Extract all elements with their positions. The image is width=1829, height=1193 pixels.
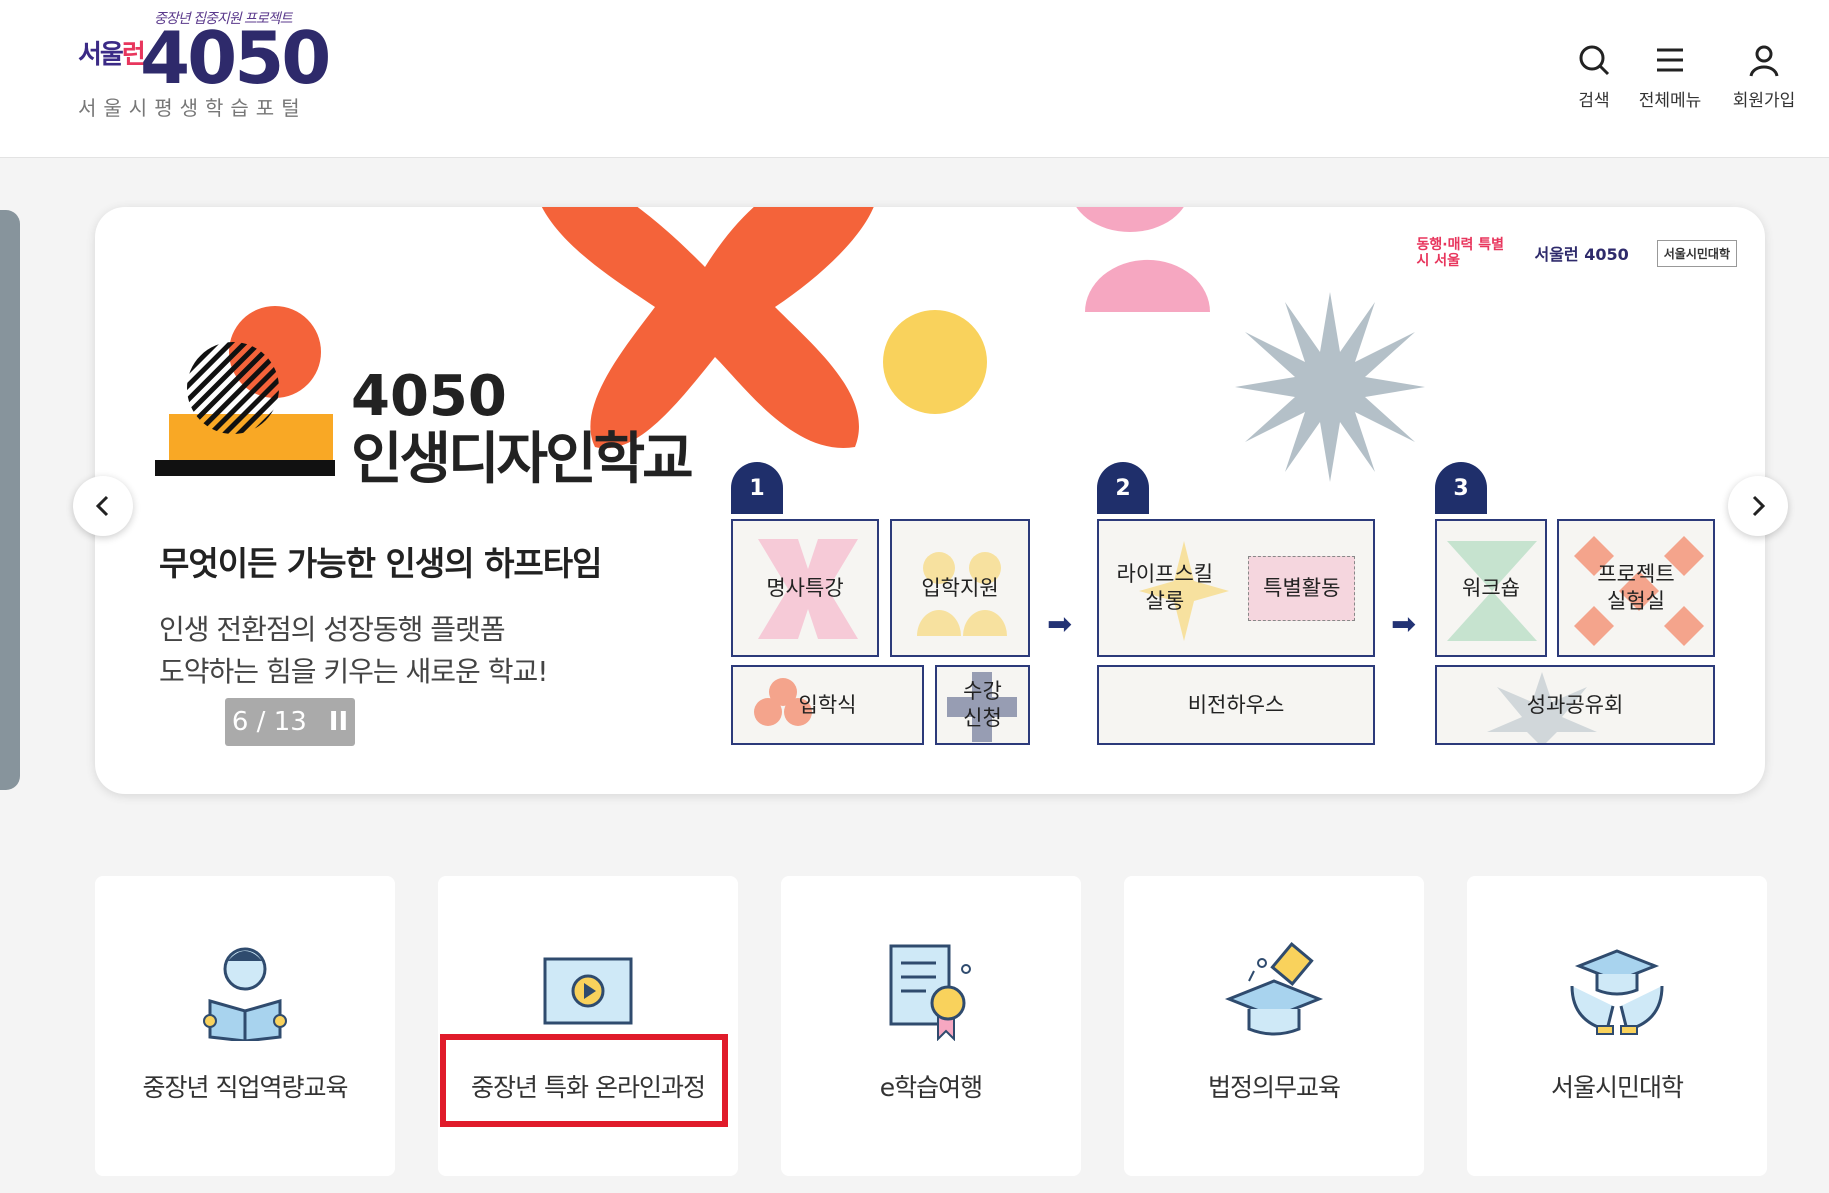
quick-menu-label: e학습여행 bbox=[879, 1073, 983, 1102]
banner-description: 인생 전환점의 성장동행 플랫폼 도약하는 힘을 키우는 새로운 학교! bbox=[159, 609, 548, 693]
pink-shape-deco bbox=[1076, 207, 1210, 312]
partner-logo-seoulrun: 서울런 4050 bbox=[1534, 245, 1629, 264]
yellow-circle-deco bbox=[883, 310, 987, 414]
main-banner[interactable]: 4050 인생디자인학교 무엇이든 가능한 인생의 하프타임 인생 전환점의 성… bbox=[95, 207, 1765, 794]
arrow-right-icon: ➡ bbox=[1047, 607, 1073, 642]
step-3-badge: 3 bbox=[1435, 462, 1487, 514]
gray-star-deco bbox=[1235, 292, 1425, 482]
quick-menu-online-course[interactable]: 중장년 특화 온라인과정 bbox=[438, 876, 738, 1176]
site-logo[interactable]: 중장년 집중지원 프로젝트 서울런 4050 서울시평생학습포털 bbox=[78, 8, 331, 123]
reading-person-icon bbox=[95, 936, 395, 1046]
certificate-icon bbox=[781, 936, 1081, 1046]
step-1-badge: 1 bbox=[731, 462, 783, 514]
signup-button[interactable]: 회원가입 bbox=[1716, 40, 1812, 120]
step3-share: 성과공유회 bbox=[1435, 665, 1715, 745]
quick-menu-label: 중장년 직업역량교육 bbox=[142, 1073, 349, 1102]
pause-button[interactable]: II bbox=[329, 707, 348, 737]
logo-subtitle: 서울시평생학습포털 bbox=[78, 96, 307, 120]
banner-title: 인생디자인학교 bbox=[351, 427, 694, 492]
quick-menu-mandatory-education[interactable]: 법정의무교육 bbox=[1124, 876, 1424, 1176]
step2-salon: 라이프스킬 살롱 특별활동 bbox=[1097, 519, 1375, 657]
chevron-right-icon bbox=[1752, 495, 1766, 517]
step2-vision: 비전하우스 bbox=[1097, 665, 1375, 745]
logo-brand: 서울런 bbox=[78, 34, 146, 71]
partner-logo-seoul: 동행·매력 특별시 서울 bbox=[1416, 237, 1504, 269]
step1-lecture: 명사특강 bbox=[731, 519, 879, 657]
step2-special: 특별활동 bbox=[1248, 555, 1356, 621]
quick-menu-job-skills[interactable]: 중장년 직업역량교육 bbox=[95, 876, 395, 1176]
menu-icon bbox=[1622, 40, 1718, 80]
quick-menu-e-learning-trip[interactable]: e학습여행 bbox=[781, 876, 1081, 1176]
side-panel-peek[interactable] bbox=[0, 210, 20, 790]
all-menu-label: 전체메뉴 bbox=[1638, 91, 1702, 111]
banner-next-button[interactable] bbox=[1728, 476, 1788, 536]
banner-title-number: 4050 bbox=[351, 364, 507, 429]
quick-menu-label: 서울시민대학 bbox=[1550, 1073, 1684, 1102]
highlight-box bbox=[440, 1034, 728, 1127]
logo-number: 4050 bbox=[140, 16, 331, 100]
signup-label: 회원가입 bbox=[1732, 91, 1796, 111]
video-play-icon bbox=[438, 936, 738, 1046]
user-icon bbox=[1716, 40, 1812, 80]
banner-desc-line2: 도약하는 힘을 키우는 새로운 학교! bbox=[159, 655, 548, 688]
hands-cap-icon bbox=[1467, 936, 1767, 1046]
banner-subtitle: 무엇이든 가능한 인생의 하프타임 bbox=[159, 544, 603, 583]
step3-workshop: 워크숍 bbox=[1435, 519, 1547, 657]
step3-lab: 프로젝트 실험실 bbox=[1557, 519, 1715, 657]
pager-count: 6 / 13 bbox=[231, 707, 307, 737]
chevron-left-icon bbox=[95, 495, 109, 517]
quick-menu-citizen-university[interactable]: 서울시민대학 bbox=[1467, 876, 1767, 1176]
step1-support: 입학지원 bbox=[890, 519, 1030, 657]
step1-ceremony: 입학식 bbox=[731, 665, 924, 745]
arrow-right-icon: ➡ bbox=[1391, 607, 1417, 642]
partner-logo-citizen-univ: 서울시민대학 bbox=[1656, 239, 1737, 267]
all-menu-button[interactable]: 전체메뉴 bbox=[1622, 40, 1718, 120]
quick-menu: 중장년 직업역량교육 중장년 특화 온라인과정 e학습여행 법정의무교육 서울시… bbox=[95, 876, 1767, 1176]
banner-desc-line1: 인생 전환점의 성장동행 플랫폼 bbox=[159, 613, 506, 646]
partner-logos: 동행·매력 특별시 서울 서울런 4050 서울시민대학 bbox=[1416, 237, 1737, 269]
quick-menu-label: 법정의무교육 bbox=[1207, 1073, 1341, 1102]
site-header: 중장년 집중지원 프로젝트 서울런 4050 서울시평생학습포털 검색 전체메뉴… bbox=[0, 0, 1829, 158]
step1-enroll: 수강 신청 bbox=[935, 665, 1030, 745]
banner-pager: 6 / 13 II bbox=[225, 698, 355, 746]
banner-emblem-icon bbox=[155, 306, 335, 476]
logo-brand-seoul: 서울 bbox=[78, 40, 124, 70]
step-2-badge: 2 bbox=[1097, 462, 1149, 514]
graduation-cap-icon bbox=[1124, 936, 1424, 1046]
banner-prev-button[interactable] bbox=[73, 476, 133, 536]
